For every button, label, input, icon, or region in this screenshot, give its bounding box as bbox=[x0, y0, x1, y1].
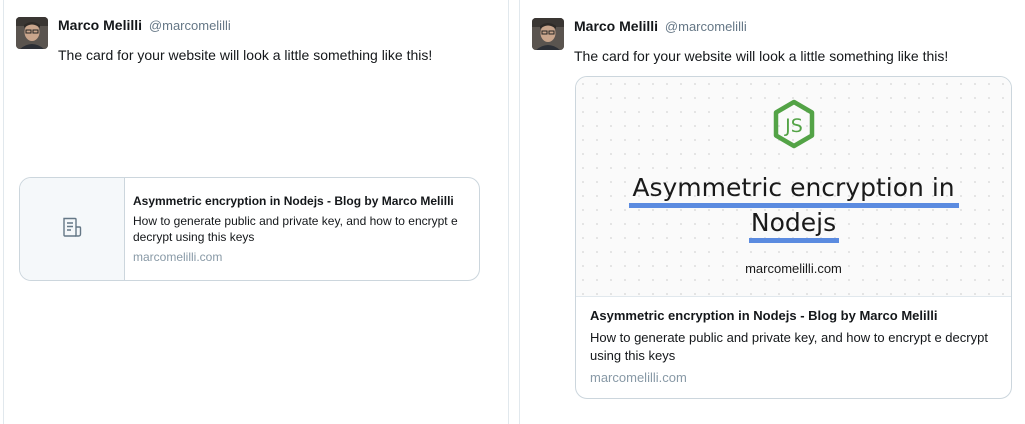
summary-card-body: Asymmetric encryption in Nodejs - Blog b… bbox=[133, 193, 473, 265]
tweet-header: Marco Melilli @marcomelilli bbox=[574, 17, 747, 36]
avatar[interactable] bbox=[16, 17, 48, 49]
card-description: How to generate public and private key, … bbox=[133, 214, 458, 244]
image-title-line1: Asymmetric encryption in bbox=[632, 173, 955, 202]
avatar-image bbox=[532, 18, 564, 50]
tweet-header: Marco Melilli @marcomelilli bbox=[58, 16, 231, 35]
card-title: Asymmetric encryption in Nodejs - Blog b… bbox=[590, 308, 938, 323]
svg-text:JS: JS bbox=[784, 115, 803, 137]
summary-card-thumbnail bbox=[20, 178, 125, 280]
card-image: JS Asymmetric encryption in Nodejs marco… bbox=[576, 77, 1011, 297]
image-title-line2: Nodejs bbox=[750, 208, 837, 237]
large-image-card[interactable]: JS Asymmetric encryption in Nodejs marco… bbox=[575, 76, 1012, 399]
large-card-body: Asymmetric encryption in Nodejs - Blog b… bbox=[590, 307, 1000, 387]
large-card-preview-panel: Marco Melilli @marcomelilli The card for… bbox=[519, 0, 1025, 424]
author-name[interactable]: Marco Melilli bbox=[58, 17, 142, 33]
author-handle[interactable]: @marcomelilli bbox=[149, 18, 231, 33]
author-handle[interactable]: @marcomelilli bbox=[665, 19, 747, 34]
tweet-text: The card for your website will look a li… bbox=[58, 47, 433, 63]
nodejs-logo-icon: JS bbox=[771, 99, 817, 154]
document-icon bbox=[61, 216, 83, 243]
avatar-image bbox=[16, 17, 48, 49]
summary-card-preview-panel: Marco Melilli @marcomelilli The card for… bbox=[3, 0, 509, 424]
image-domain: marcomelilli.com bbox=[745, 261, 842, 276]
card-domain: marcomelilli.com bbox=[133, 250, 223, 264]
tweet-text: The card for your website will look a li… bbox=[574, 48, 949, 64]
author-name[interactable]: Marco Melilli bbox=[574, 18, 658, 34]
title-underline-2 bbox=[749, 238, 839, 243]
card-domain: marcomelilli.com bbox=[590, 370, 687, 385]
avatar[interactable] bbox=[532, 18, 564, 50]
card-title: Asymmetric encryption in Nodejs - Blog b… bbox=[133, 194, 454, 208]
summary-card[interactable]: Asymmetric encryption in Nodejs - Blog b… bbox=[19, 177, 480, 281]
card-description: How to generate public and private key, … bbox=[590, 330, 988, 363]
